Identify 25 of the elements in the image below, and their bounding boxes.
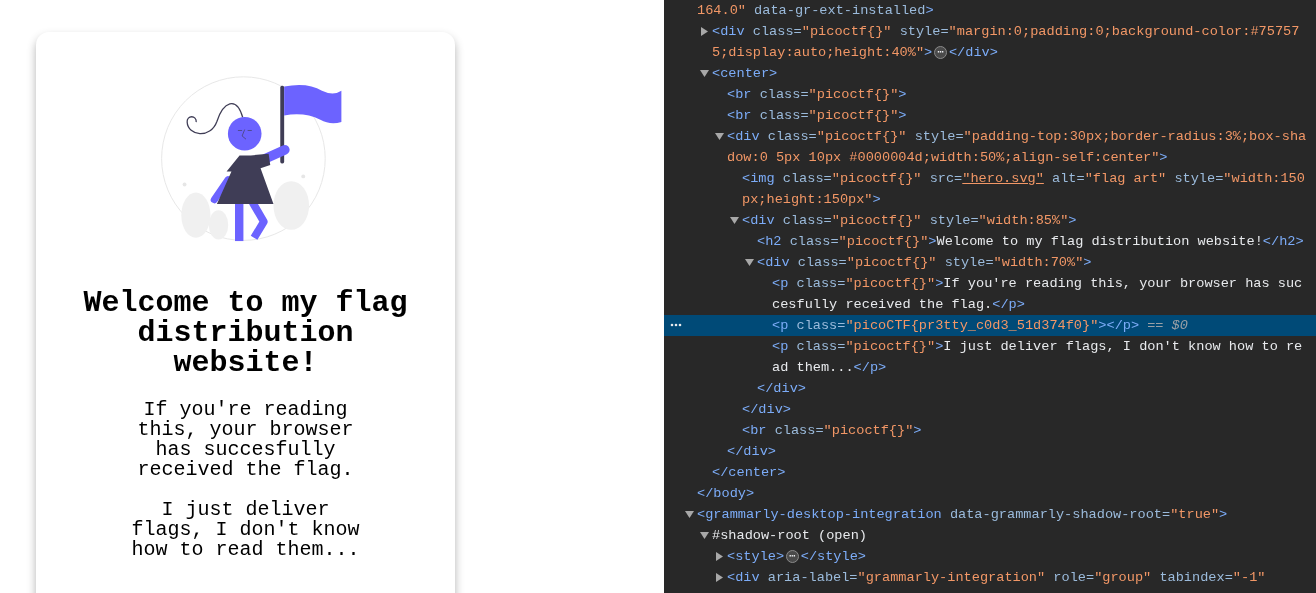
paragraph: If you're reading this, your browser has succesfully received the flag. [136,400,355,480]
expand-triangle-icon[interactable] [715,552,724,561]
collapse-triangle-icon[interactable] [700,531,709,540]
collapse-triangle-icon[interactable] [685,510,694,519]
expand-triangle-icon[interactable] [715,573,724,582]
collapse-triangle-icon[interactable] [700,69,709,78]
dom-tree-row[interactable]: </div> [664,378,1316,399]
dom-tree-row[interactable]: <p class="picoCTF{pr3tty_c0d3_51d374f0}"></p> == $0 [664,315,1316,336]
dom-tree-row[interactable]: <p class="picoctf{}">If you're reading this, your browser has succesfully received the flag.</p> [664,273,1316,315]
dom-node-line[interactable]: <p class="picoCTF{pr3tty_c0d3_51d374f0}"></p> == $0 [772,315,1310,336]
dom-node-line[interactable]: <h2 class="picoctf{}">Welcome to my flag distribution website!</h2> [757,231,1310,252]
dom-tree-row[interactable]: <p class="picoctf{}">I just deliver flags, I don't know how to read them...</p> [664,336,1316,378]
dom-node-line[interactable]: <p class="picoctf{}">If you're reading this, your browser has succesfully received the flag.</p> [772,273,1310,315]
dom-node-line[interactable]: <div class="picoctf{}" style="width:70%"> [757,252,1310,273]
expand-triangle-icon[interactable] [700,27,709,36]
paragraph: I just deliver flags, I don't know how to read them... [130,500,361,560]
dom-tree-row[interactable]: <div class="picoctf{}" style="width:70%"> [664,252,1316,273]
dom-tree-row[interactable]: <h2 class="picoctf{}">Welcome to my flag distribution website!</h2> [664,231,1316,252]
dom-node-line[interactable]: <p class="picoctf{}">I just deliver flags, I don't know how to read them...</p> [772,336,1310,378]
collapse-triangle-icon[interactable] [745,258,754,267]
closing-tag[interactable]: </div> [757,378,1310,399]
collapse-triangle-icon[interactable] [730,216,739,225]
page-heading: Welcome to my flag distribution website! [82,288,409,378]
ellipsis-icon[interactable] [670,323,682,327]
collapse-triangle-icon[interactable] [715,132,724,141]
